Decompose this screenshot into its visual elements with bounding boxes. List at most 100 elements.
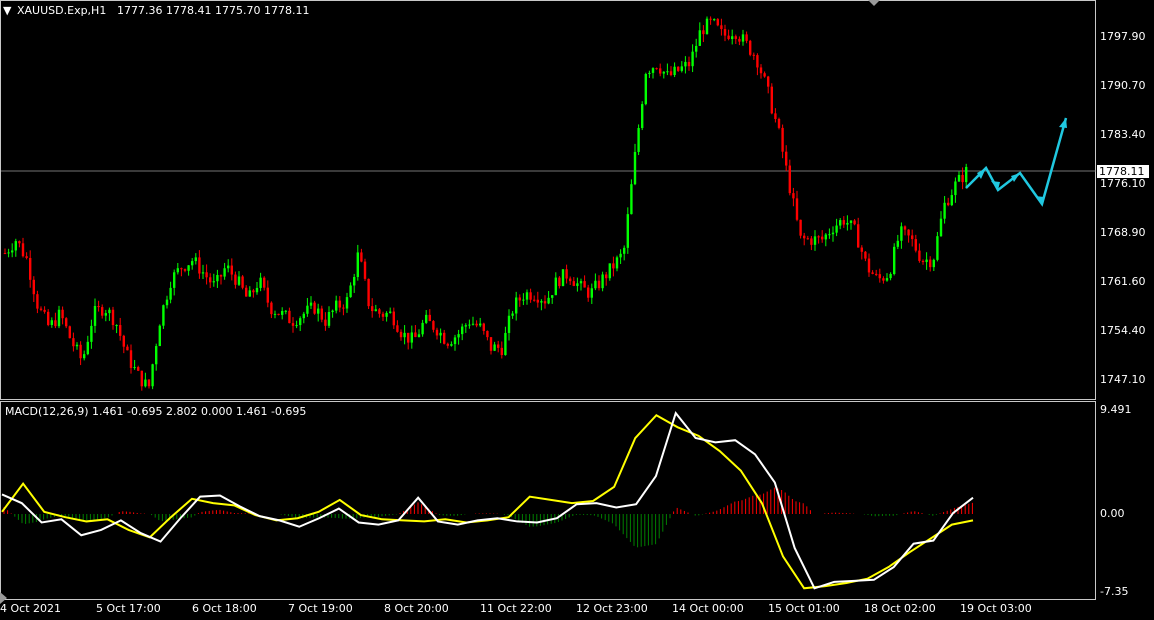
candle-body — [79, 344, 82, 359]
candle-body — [65, 318, 68, 327]
candle-body — [756, 55, 759, 68]
candle-body — [169, 287, 172, 300]
candle-body — [140, 370, 143, 387]
candle-body — [425, 314, 428, 323]
candle-body — [165, 299, 169, 306]
candle-body — [144, 379, 147, 387]
candle-body — [821, 236, 824, 240]
candle-body — [493, 344, 496, 351]
candle-body — [630, 184, 633, 215]
candle-body — [11, 250, 14, 253]
candle-body — [50, 320, 53, 325]
candle-body — [407, 332, 410, 343]
price-tick: 1754.40 — [1100, 324, 1146, 337]
signal-line — [1, 413, 974, 590]
candle-body — [767, 76, 770, 87]
candle-body — [349, 285, 352, 298]
ohlc-values: 1777.36 1778.41 1775.70 1778.11 — [117, 4, 310, 17]
candle-body — [515, 297, 518, 314]
candle-body — [857, 224, 860, 248]
candle-body — [957, 174, 961, 182]
candle-body — [680, 66, 683, 71]
candle-body — [673, 66, 676, 76]
candle-body — [752, 54, 755, 56]
candle-body — [911, 235, 914, 240]
candle-body — [799, 219, 802, 236]
candle-body — [777, 118, 781, 128]
candle-body — [191, 261, 194, 266]
candle-body — [831, 232, 835, 235]
candle-body — [817, 236, 820, 238]
candle-body — [828, 234, 831, 236]
price-tick: 1768.90 — [1100, 226, 1146, 239]
candle-body — [590, 288, 593, 298]
candle-body — [317, 308, 320, 314]
candle-body — [774, 113, 777, 119]
candle-body — [741, 34, 745, 42]
candle-body — [468, 324, 471, 326]
candle-body — [929, 259, 932, 268]
price-tick: 1776.10 — [1100, 177, 1146, 190]
candle-body — [108, 309, 111, 314]
candle-body — [504, 332, 507, 356]
candle-body — [176, 268, 179, 273]
candle-body — [270, 302, 273, 315]
candle-body — [745, 34, 748, 41]
candle-body — [54, 320, 57, 327]
collapse-arrow-icon[interactable]: ▼ — [3, 5, 11, 17]
time-tick: 8 Oct 20:00 — [384, 602, 449, 615]
candle-body — [824, 234, 827, 240]
candle-body — [414, 332, 417, 338]
candle-body — [360, 252, 363, 262]
candle-body — [68, 326, 71, 339]
candle-body — [281, 310, 284, 315]
candle-body — [885, 278, 889, 281]
candle-body — [540, 301, 543, 303]
candle-body — [785, 151, 788, 166]
candle-body — [947, 202, 950, 206]
candle-body — [583, 281, 586, 288]
candle-body — [104, 313, 107, 316]
price-tick: 1797.90 — [1100, 30, 1146, 43]
candle-body — [615, 257, 619, 269]
projection-path — [965, 117, 1068, 207]
candle-body — [115, 325, 118, 327]
price-tick: 1761.60 — [1100, 275, 1146, 288]
candle-body — [511, 313, 514, 316]
candle-body — [252, 290, 255, 293]
candle-body — [61, 309, 64, 319]
candle-body — [173, 272, 176, 288]
macd-line — [1, 410, 974, 590]
candle-body — [126, 346, 129, 351]
candle-body — [180, 268, 183, 270]
macd-tick: 0.00 — [1100, 507, 1125, 520]
candle-body — [803, 235, 806, 239]
candle-body — [57, 309, 61, 327]
candle-body — [230, 265, 233, 275]
candle-body — [860, 247, 863, 252]
candle-body — [900, 226, 903, 241]
candle-body — [245, 287, 248, 297]
candle-body — [306, 305, 309, 314]
candle-body — [918, 250, 921, 261]
candle-body — [612, 263, 615, 269]
candle-body — [410, 332, 413, 343]
candle-body — [605, 274, 608, 279]
candle-body — [781, 127, 784, 152]
candle-body — [677, 66, 680, 71]
time-tick: 11 Oct 22:00 — [480, 602, 552, 615]
candle-body — [295, 325, 298, 327]
candle-body — [241, 276, 244, 288]
candle-body — [331, 310, 334, 312]
candle-body — [961, 174, 964, 183]
candle-body — [572, 281, 575, 286]
candle-body — [381, 313, 385, 317]
candle-body — [842, 220, 845, 225]
candle-body — [507, 315, 511, 333]
candle-body — [309, 302, 313, 306]
candle-body — [403, 332, 406, 338]
chart-canvas[interactable] — [0, 0, 1154, 620]
candle-body — [479, 323, 482, 326]
candle-body — [119, 325, 122, 336]
candle-body — [435, 329, 439, 336]
